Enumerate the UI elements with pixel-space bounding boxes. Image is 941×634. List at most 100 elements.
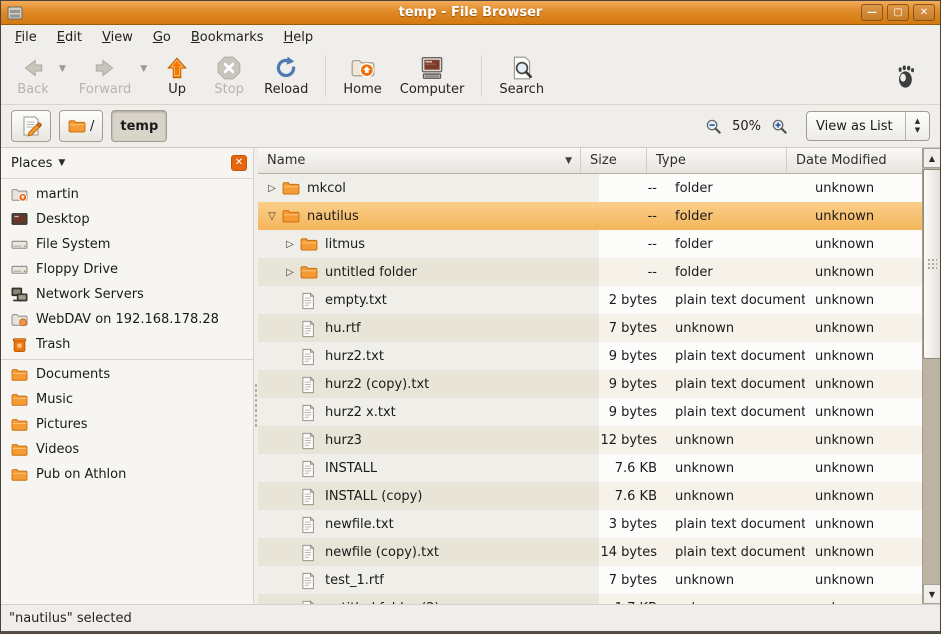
table-row[interactable]: ▷mkcol--folderunknown [258, 174, 922, 202]
sidebar-item-pub-on-athlon[interactable]: Pub on Athlon [1, 462, 253, 487]
menu-item-file[interactable]: File [5, 27, 47, 48]
file-size: -- [599, 174, 665, 202]
scroll-up-icon[interactable]: ▲ [923, 148, 941, 168]
table-row[interactable]: hu.rtf7 bytesunknownunknown [258, 314, 922, 342]
file-date-modified: unknown [805, 370, 922, 398]
file-icon [300, 348, 318, 364]
view-mode-select[interactable]: View as List ▲▼ [806, 111, 930, 141]
sidebar-item-music[interactable]: Music [1, 387, 253, 412]
table-row[interactable]: INSTALL7.6 KBunknownunknown [258, 454, 922, 482]
sidebar-item-documents[interactable]: Documents [1, 362, 253, 387]
maximize-button[interactable]: ▢ [887, 4, 909, 21]
table-row[interactable]: INSTALL (copy)7.6 KBunknownunknown [258, 482, 922, 510]
search-button[interactable]: Search [490, 52, 553, 100]
table-row[interactable]: hurz312 bytesunknownunknown [258, 426, 922, 454]
column-header-size[interactable]: Size [581, 148, 647, 173]
trash-icon [11, 336, 28, 353]
file-date-modified: unknown [805, 258, 922, 286]
menu-item-bookmarks[interactable]: Bookmarks [181, 27, 274, 48]
column-header-date[interactable]: Date Modified [787, 148, 922, 173]
sidebar-item-network-servers[interactable]: Network Servers [1, 282, 253, 307]
titlebar[interactable]: temp - File Browser — ▢ ✕ [1, 1, 940, 25]
table-row[interactable]: ▷untitled folder--folderunknown [258, 258, 922, 286]
network-icon [11, 286, 28, 303]
toolbar-button-label: Back [17, 82, 49, 97]
column-type-label: Type [656, 153, 686, 168]
table-row[interactable]: hurz2 (copy).txt9 bytesplain text docume… [258, 370, 922, 398]
column-date-label: Date Modified [796, 153, 887, 168]
vertical-scrollbar[interactable]: ▲ ▼ [922, 148, 940, 604]
list-header: Name ▼ Size Type Date Modified [258, 148, 922, 174]
minimize-button[interactable]: — [861, 4, 883, 21]
table-row[interactable]: ▷litmus--folderunknown [258, 230, 922, 258]
menu-item-view[interactable]: View [92, 27, 143, 48]
expander-icon[interactable]: ▷ [282, 239, 298, 250]
table-row[interactable]: hurz2.txt9 bytesplain text documentunkno… [258, 342, 922, 370]
zoom-out-icon[interactable] [705, 118, 722, 135]
sidebar-close-button[interactable]: ✕ [231, 155, 247, 171]
table-row[interactable]: untitled folder (2)1.7 KBunknownunknown [258, 594, 922, 604]
expander-icon[interactable]: ▽ [264, 211, 280, 222]
sidebar-item-label: Network Servers [36, 287, 144, 302]
menu-item-edit[interactable]: Edit [47, 27, 92, 48]
expander-icon[interactable]: ▷ [282, 267, 298, 278]
sidebar-item-videos[interactable]: Videos [1, 437, 253, 462]
back-button: Back [7, 52, 59, 100]
table-row[interactable]: empty.txt2 bytesplain text documentunkno… [258, 286, 922, 314]
drive-icon [11, 236, 28, 253]
file-size: 2 bytes [599, 286, 665, 314]
up-button[interactable]: Up [151, 52, 203, 100]
path-root-label: / [90, 119, 94, 134]
table-row[interactable]: newfile (copy).txt14 bytesplain text doc… [258, 538, 922, 566]
column-header-type[interactable]: Type [647, 148, 787, 173]
table-row[interactable]: newfile.txt3 bytesplain text documentunk… [258, 510, 922, 538]
expander-icon[interactable]: ▷ [264, 183, 280, 194]
sidebar-item-webdav-on-192-168-178-28[interactable]: WebDAV on 192.168.178.28 [1, 307, 253, 332]
close-button[interactable]: ✕ [913, 4, 935, 21]
file-date-modified: unknown [805, 314, 922, 342]
table-row[interactable]: hurz2 x.txt9 bytesplain text documentunk… [258, 398, 922, 426]
pane-resize-handle[interactable] [254, 148, 258, 604]
file-icon [300, 432, 318, 448]
sidebar-item-file-system[interactable]: File System [1, 232, 253, 257]
reload-button[interactable]: Reload [255, 52, 317, 100]
file-type: plain text document [665, 286, 805, 314]
table-row[interactable]: test_1.rtf7 bytesunknownunknown [258, 566, 922, 594]
toolbar-button-label: Stop [214, 82, 244, 97]
file-date-modified: unknown [805, 398, 922, 426]
sidebar-item-label: Pictures [36, 417, 87, 432]
sidebar-item-floppy-drive[interactable]: Floppy Drive [1, 257, 253, 282]
sidebar-item-pictures[interactable]: Pictures [1, 412, 253, 437]
desktop-icon [11, 211, 28, 228]
sidebar-item-label: Music [36, 392, 73, 407]
menu-item-go[interactable]: Go [143, 27, 181, 48]
sidebar-item-trash[interactable]: Trash [1, 332, 253, 357]
file-date-modified: unknown [805, 202, 922, 230]
file-size: 9 bytes [599, 398, 665, 426]
path-button-current[interactable]: temp [111, 110, 167, 142]
file-date-modified: unknown [805, 342, 922, 370]
file-type: unknown [665, 594, 805, 604]
computer-button[interactable]: Computer [391, 52, 474, 100]
file-size: 7.6 KB [599, 482, 665, 510]
file-name: untitled folder [325, 265, 417, 280]
places-label: Places [11, 156, 52, 171]
edit-location-button[interactable] [11, 110, 51, 142]
sidebar-item-martin[interactable]: martin [1, 182, 253, 207]
places-sidebar: Places ▼ ✕ martinDesktop File System Flopp… [1, 148, 254, 604]
places-dropdown[interactable]: Places ▼ [11, 156, 65, 171]
sidebar-item-label: File System [36, 237, 110, 252]
menu-item-help[interactable]: Help [274, 27, 324, 48]
sort-indicator-icon: ▼ [565, 156, 572, 166]
path-button-root[interactable]: / [59, 110, 103, 142]
home-button[interactable]: Home [334, 52, 390, 100]
zoom-in-icon[interactable] [771, 118, 788, 135]
scroll-down-icon[interactable]: ▼ [923, 584, 941, 604]
scrollbar-thumb[interactable] [923, 169, 941, 359]
file-date-modified: unknown [805, 230, 922, 258]
column-header-name[interactable]: Name ▼ [258, 148, 581, 173]
table-row[interactable]: ▽nautilus--folderunknown [258, 202, 922, 230]
sidebar-item-desktop[interactable]: Desktop [1, 207, 253, 232]
file-type: folder [665, 202, 805, 230]
file-name: hu.rtf [325, 321, 361, 336]
